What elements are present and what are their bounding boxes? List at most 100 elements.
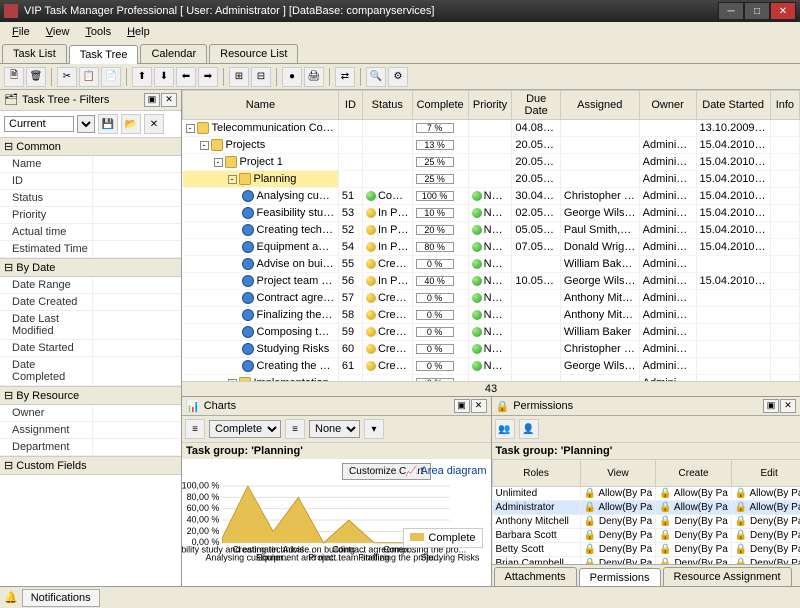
perm-col[interactable]: Create (656, 460, 732, 487)
panel-close-icon[interactable]: ✕ (780, 399, 796, 413)
chart-refresh-icon[interactable]: ▾ (364, 419, 384, 439)
task-name-cell[interactable]: Creating the Project Schedule (183, 358, 339, 375)
filter-section-byResource[interactable]: By Resource (0, 386, 181, 405)
panel-max-icon[interactable]: ▣ (144, 93, 160, 107)
panel-max-icon[interactable]: ▣ (763, 399, 779, 413)
toolbar-btn[interactable]: ⬆ (132, 67, 152, 87)
expand-icon[interactable]: - (228, 175, 237, 184)
task-name-cell[interactable]: Analysing customer needs and Business ca… (183, 188, 339, 205)
task-row[interactable]: Analysing customer needs and Business ca… (183, 188, 800, 205)
task-name-cell[interactable]: Finalizing the project charter (183, 307, 339, 324)
task-name-cell[interactable]: Composing the procurement plan (183, 324, 339, 341)
task-name-cell[interactable]: -Planning (183, 171, 339, 188)
task-row[interactable]: Creating the Project Schedule61Created0 … (183, 358, 800, 375)
task-name-cell[interactable]: Advise on building materials and costs (183, 256, 339, 273)
toolbar-btn[interactable]: 📄 (101, 67, 121, 87)
menu-view[interactable]: View (38, 24, 78, 40)
task-tree-grid[interactable]: NameIDStatusCompletePriorityDue DateAssi… (182, 90, 800, 381)
filter-row-field[interactable] (92, 173, 181, 189)
bottom-tab[interactable]: Resource Assignment (663, 567, 792, 586)
perm-row[interactable]: Unlimited🔒 Allow(By Pa🔒 Allow(By Pa🔒 All… (492, 487, 800, 501)
tab-task-tree[interactable]: Task Tree (69, 45, 139, 64)
filter-row-field[interactable] (92, 311, 181, 339)
toolbar-btn[interactable]: ⚙ (388, 67, 408, 87)
expand-icon[interactable]: - (200, 141, 209, 150)
filter-row-field[interactable] (92, 340, 181, 356)
perm-row[interactable]: Anthony Mitchell🔒 Deny(By Pa🔒 Deny(By Pa… (492, 515, 800, 529)
toolbar-btn[interactable]: 🗎 (4, 67, 24, 87)
col-header[interactable]: Info (770, 91, 799, 120)
task-name-cell[interactable]: Studying Risks (183, 341, 339, 358)
task-name-cell[interactable]: Project team staffing (183, 273, 339, 290)
toolbar-btn[interactable]: ● (282, 67, 302, 87)
col-header[interactable]: Name (183, 91, 339, 120)
bottom-tab[interactable]: Permissions (579, 568, 661, 586)
panel-close-icon[interactable]: ✕ (471, 399, 487, 413)
task-row[interactable]: Composing the procurement plan59Created0… (183, 324, 800, 341)
task-row[interactable]: Finalizing the project charter58Created0… (183, 307, 800, 324)
filter-open-icon[interactable]: 📂 (121, 114, 141, 134)
filter-row-field[interactable] (92, 190, 181, 206)
panel-max-icon[interactable]: ▣ (454, 399, 470, 413)
filter-row-field[interactable] (92, 439, 181, 455)
task-row[interactable]: Creating technical documentation52In Pro… (183, 222, 800, 239)
perm-tool-icon[interactable]: 👥 (495, 419, 515, 439)
col-header[interactable]: Complete (412, 91, 468, 120)
maximize-button[interactable]: □ (744, 2, 770, 20)
menu-file[interactable]: File (4, 24, 38, 40)
task-row[interactable]: Advise on building materials and costs55… (183, 256, 800, 273)
task-row[interactable]: Contract agreement and signing up57Creat… (183, 290, 800, 307)
filter-row-field[interactable] (92, 156, 181, 172)
menu-tools[interactable]: Tools (77, 24, 119, 40)
task-row[interactable]: Project team staffing56In Progress40 %No… (183, 273, 800, 290)
perm-col[interactable]: Edit (731, 460, 800, 487)
toolbar-btn[interactable]: ⇄ (335, 67, 355, 87)
col-header[interactable]: Priority (468, 91, 512, 120)
notifications-button[interactable]: Notifications (22, 589, 100, 607)
bottom-tab[interactable]: Attachments (494, 567, 577, 586)
filter-save-icon[interactable]: 💾 (98, 114, 118, 134)
current-filter-input[interactable] (4, 116, 74, 132)
col-header[interactable]: ID (338, 91, 362, 120)
chart-field-select[interactable]: Complete (209, 420, 281, 438)
close-button[interactable]: ✕ (770, 2, 796, 20)
chart-options-icon[interactable]: ≡ (285, 419, 305, 439)
task-row[interactable]: Equipment and materials specification54I… (183, 239, 800, 256)
filter-section-common[interactable]: Common (0, 137, 181, 156)
tab-calendar[interactable]: Calendar (140, 44, 207, 63)
task-name-cell[interactable]: Equipment and materials specification (183, 239, 339, 256)
task-name-cell[interactable]: -Project 1 (183, 154, 339, 171)
expand-icon[interactable]: - (186, 124, 195, 133)
col-header[interactable]: Owner (639, 91, 696, 120)
perm-col[interactable]: Roles (492, 460, 580, 487)
filter-select[interactable] (77, 115, 95, 133)
task-row[interactable]: -Project 125 %20.05.2010Administrator15.… (183, 154, 800, 171)
task-row[interactable]: -Telecommunication Company7 %04.08.20151… (183, 120, 800, 137)
filter-row-field[interactable] (92, 277, 181, 293)
perm-col[interactable]: View (580, 460, 656, 487)
filter-row-field[interactable] (92, 294, 181, 310)
perm-row[interactable]: Brian Campbell🔒 Deny(By Pa🔒 Deny(By Pa🔒 … (492, 557, 800, 565)
task-name-cell[interactable]: Creating technical documentation (183, 222, 339, 239)
filter-section-custom[interactable]: Custom Fields (0, 456, 181, 475)
chart-group-select[interactable]: None (309, 420, 360, 438)
permissions-grid[interactable]: RolesViewCreateEditDeleteetting permissi… (492, 459, 800, 564)
filter-row-field[interactable] (92, 405, 181, 421)
filter-row-field[interactable] (92, 207, 181, 223)
task-row[interactable]: -Projects13 %20.05.2010Administrator15.0… (183, 137, 800, 154)
task-name-cell[interactable]: Feasibility study and estimating the sol… (183, 205, 339, 222)
toolbar-btn[interactable]: ➡ (198, 67, 218, 87)
filter-delete-icon[interactable]: ✕ (144, 114, 164, 134)
toolbar-btn[interactable]: ⬇ (154, 67, 174, 87)
panel-close-icon[interactable]: ✕ (161, 93, 177, 107)
filter-row-field[interactable] (92, 422, 181, 438)
toolbar-btn[interactable]: ✂ (57, 67, 77, 87)
col-header[interactable]: Assigned (560, 91, 639, 120)
task-row[interactable]: -Planning25 %20.05.2010Administrator15.0… (183, 171, 800, 188)
task-name-cell[interactable]: -Projects (183, 137, 339, 154)
toolbar-btn[interactable]: 🔍 (366, 67, 386, 87)
tab-task-list[interactable]: Task List (2, 44, 67, 63)
filter-row-field[interactable] (92, 241, 181, 257)
tab-resource-list[interactable]: Resource List (209, 44, 298, 63)
perm-tool-icon[interactable]: 👤 (519, 419, 539, 439)
